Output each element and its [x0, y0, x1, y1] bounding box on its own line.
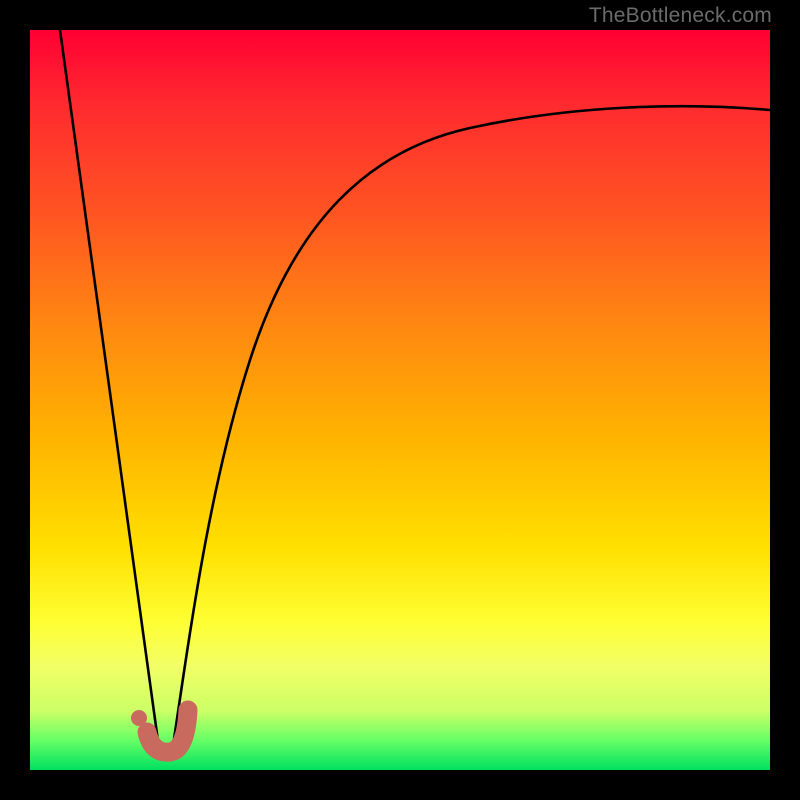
marker-j-accent [147, 710, 188, 752]
rising-right-branch [172, 106, 770, 752]
plot-area [30, 30, 770, 770]
watermark-text: TheBottleneck.com [589, 4, 772, 28]
chart-frame: TheBottleneck.com [0, 0, 800, 800]
chart-lines [30, 30, 770, 770]
marker-dot [131, 710, 147, 726]
descending-left-branch [60, 30, 158, 741]
